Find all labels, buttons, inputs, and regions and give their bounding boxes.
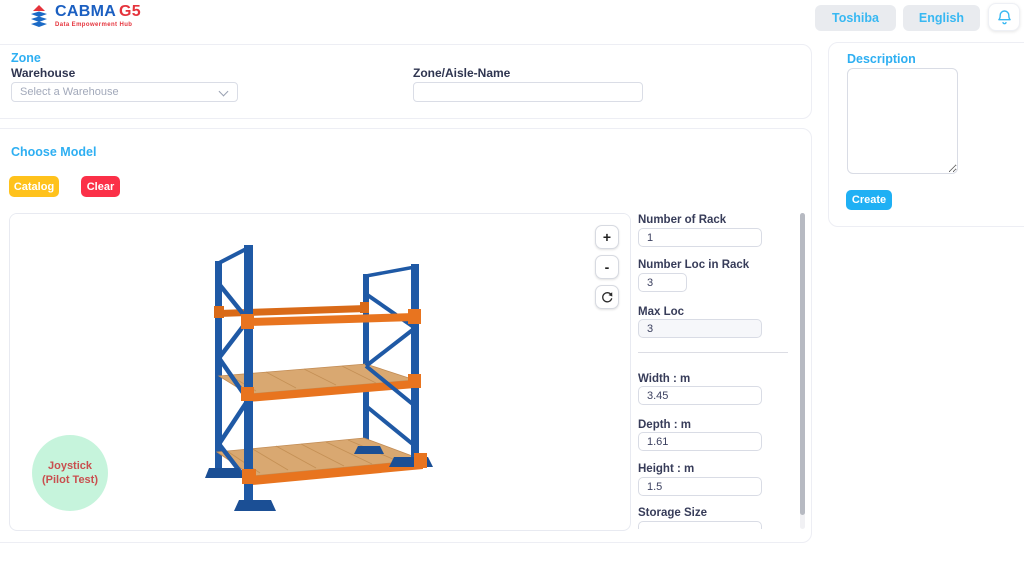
zone-card: Zone Warehouse Select a Warehouse Zone/A… (0, 44, 812, 119)
description-card: Description Create (828, 42, 1024, 227)
notifications-button[interactable] (988, 3, 1020, 31)
warehouse-label: Warehouse (11, 66, 75, 80)
choose-model-card: Choose Model Catalog Clear (0, 128, 812, 543)
language-button[interactable]: English (903, 5, 980, 31)
logo-title: CABMAG5 (55, 4, 141, 20)
minus-icon: - (605, 259, 610, 275)
joystick-label-line1: Joystick (48, 459, 92, 473)
width-label: Width : m (638, 373, 690, 385)
number-of-rack-label: Number of Rack (638, 214, 726, 226)
tenant-button[interactable]: Toshiba (815, 5, 896, 31)
description-title: Description (847, 52, 916, 66)
rotate-view-button[interactable] (595, 285, 619, 309)
max-loc-input[interactable] (638, 319, 762, 338)
catalog-button[interactable]: Catalog (9, 176, 59, 197)
warehouse-select[interactable]: Select a Warehouse (11, 82, 238, 102)
choose-model-title: Choose Model (11, 145, 96, 159)
number-loc-in-rack-input[interactable] (638, 273, 687, 292)
pallet-rack-model (196, 224, 496, 524)
3d-viewer-canvas[interactable]: + - Joystick (Pilot Test) (9, 213, 631, 531)
max-loc-label: Max Loc (638, 306, 684, 318)
warehouse-select-placeholder: Select a Warehouse (20, 86, 119, 98)
plus-icon: + (603, 229, 611, 245)
clear-button[interactable]: Clear (81, 176, 120, 197)
height-label: Height : m (638, 463, 694, 475)
logo-title-accent: G5 (119, 3, 141, 20)
cabma-g5-app: CABMAG5 Data Empowerment Hub Toshiba Eng… (0, 0, 1024, 566)
width-input[interactable] (638, 386, 762, 405)
number-loc-in-rack-label: Number Loc in Rack (638, 259, 749, 271)
zone-title: Zone (11, 51, 41, 65)
form-divider (638, 352, 788, 353)
logo-icon (28, 4, 50, 30)
storage-size-label: Storage Size (638, 507, 707, 519)
logo-subtitle: Data Empowerment Hub (55, 22, 141, 28)
height-input[interactable] (638, 477, 762, 496)
description-textarea[interactable] (847, 68, 958, 174)
depth-label: Depth : m (638, 419, 691, 431)
joystick-label-line2: (Pilot Test) (42, 473, 98, 487)
zoom-out-button[interactable]: - (595, 255, 619, 279)
app-logo: CABMAG5 Data Empowerment Hub (28, 4, 141, 30)
zoom-in-button[interactable]: + (595, 225, 619, 249)
depth-input[interactable] (638, 432, 762, 451)
rack-parameters-form: Number of Rack Number Loc in Rack Max Lo… (638, 213, 788, 529)
zone-aisle-label: Zone/Aisle-Name (413, 66, 510, 80)
joystick-control[interactable]: Joystick (Pilot Test) (32, 435, 108, 511)
rotate-icon (600, 290, 614, 304)
number-of-rack-input[interactable] (638, 228, 762, 247)
storage-size-input[interactable] (638, 521, 762, 529)
form-scrollbar[interactable] (800, 213, 805, 529)
create-button[interactable]: Create (846, 190, 892, 210)
bell-icon (997, 9, 1012, 26)
chevron-down-icon (219, 87, 229, 97)
form-scrollbar-thumb[interactable] (800, 213, 805, 515)
zone-aisle-input[interactable] (413, 82, 643, 102)
